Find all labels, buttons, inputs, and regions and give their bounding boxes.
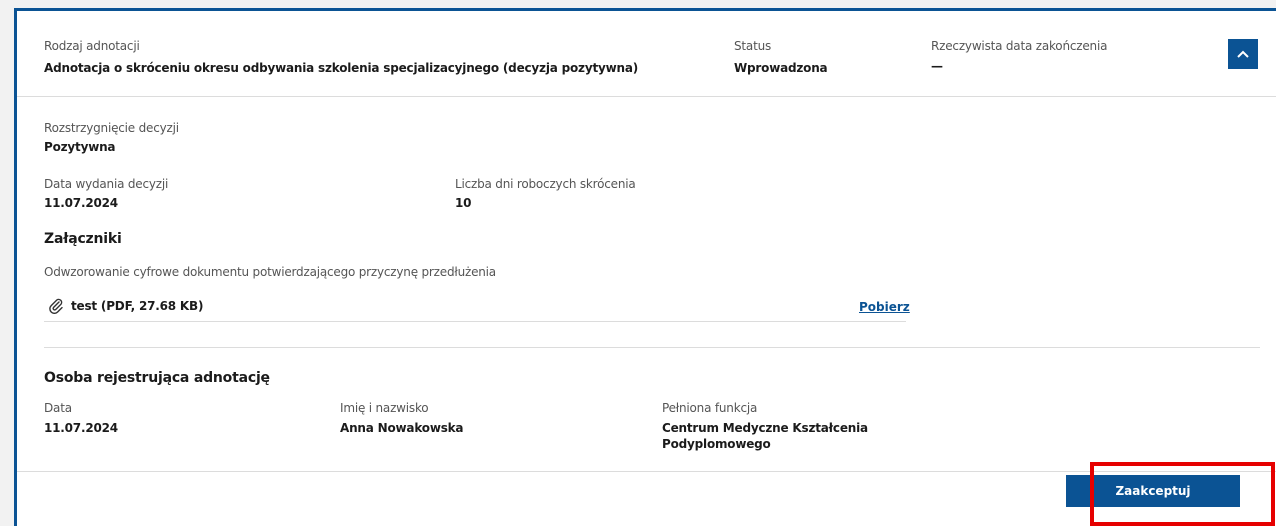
attachment-description: Odwzorowanie cyfrowe dokumentu potwierdz…: [44, 265, 496, 279]
footer-divider: [17, 471, 1276, 472]
resolution-value: Pozytywna: [44, 140, 116, 154]
registrar-title: Osoba rejestrująca adnotację: [44, 370, 270, 386]
attachment-divider: [44, 321, 906, 322]
annotation-type-value: Adnotacja o skróceniu okresu odbywania s…: [44, 61, 639, 75]
end-date-label: Rzeczywista data zakończenia: [931, 39, 1108, 53]
resolution-label: Rozstrzygnięcie decyzji: [44, 121, 179, 135]
issue-date-value: 11.07.2024: [44, 196, 118, 210]
header-divider: [17, 96, 1276, 97]
registrar-date-value: 11.07.2024: [44, 421, 118, 435]
status-label: Status: [734, 39, 772, 53]
registrar-function-value-line1: Centrum Medyczne Kształcenia: [662, 421, 868, 435]
status-value: Wprowadzona: [734, 61, 828, 75]
end-date-value: —: [931, 59, 943, 73]
registrar-function-value-line2: Podyplomowego: [662, 437, 771, 451]
annotation-type-label: Rodzaj adnotacji: [44, 39, 140, 53]
download-link[interactable]: Pobierz: [859, 300, 910, 314]
chevron-up-icon: [1237, 50, 1249, 58]
registrar-name-value: Anna Nowakowska: [340, 421, 464, 435]
attachment-file: test (PDF, 27.68 KB): [48, 298, 203, 314]
highlight-box: [1090, 462, 1275, 526]
section-divider: [44, 347, 1260, 348]
registrar-date-label: Data: [44, 401, 72, 415]
registrar-function-label: Pełniona funkcja: [662, 401, 758, 415]
attachment-file-name: test (PDF, 27.68 KB): [71, 299, 204, 313]
collapse-toggle-button[interactable]: [1228, 39, 1258, 69]
paperclip-icon: [49, 298, 63, 314]
annotation-card: Rodzaj adnotacji Adnotacja o skróceniu o…: [14, 8, 1276, 526]
shortening-days-value: 10: [455, 196, 472, 210]
attachments-title: Załączniki: [44, 231, 122, 247]
issue-date-label: Data wydania decyzji: [44, 177, 169, 191]
shortening-days-label: Liczba dni roboczych skrócenia: [455, 177, 636, 191]
registrar-name-label: Imię i nazwisko: [340, 401, 429, 415]
